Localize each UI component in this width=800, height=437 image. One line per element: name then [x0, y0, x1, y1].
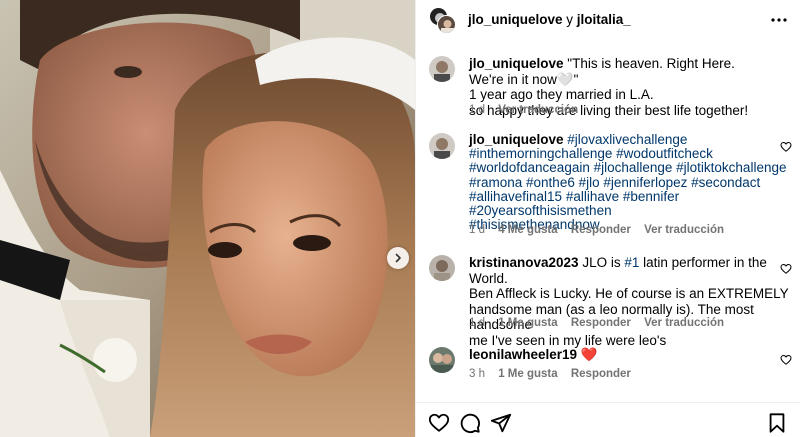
heart-icon[interactable] — [780, 263, 792, 275]
hashtag-link[interactable]: #worldofdanceagain #jlochallenge #jlotik… — [469, 160, 786, 175]
comment-line: me I've seen in my life were leo's — [469, 332, 667, 348]
avatar[interactable] — [429, 255, 455, 281]
couple-photo — [0, 0, 415, 437]
reply-button[interactable]: Responder — [571, 368, 631, 380]
timestamp[interactable]: 1 d — [469, 104, 485, 116]
bookmark-icon[interactable] — [766, 412, 788, 434]
hashtag-link[interactable]: #inthemorningchallenge #wodoutfitcheck — [469, 146, 713, 161]
likes-count[interactable]: 1 Me gusta — [498, 317, 557, 329]
more-options-icon[interactable] — [769, 12, 789, 28]
action-bar — [416, 402, 800, 437]
post-caption: jlo_uniquelove "This is heaven. Right He… — [429, 56, 794, 118]
avatar[interactable] — [429, 56, 455, 82]
likes-count[interactable]: 4 Me gusta — [498, 224, 557, 236]
heart-emoji: ❤️ — [577, 347, 598, 362]
post-photo[interactable] — [0, 0, 415, 437]
username-link[interactable]: jloitalia_ — [577, 12, 631, 27]
hashtag-link[interactable]: #1 — [624, 255, 639, 270]
avatar[interactable] — [429, 133, 455, 159]
post-side-panel: jlo_uniquelove y jloitalia_ jlo_uniquelo… — [415, 0, 800, 437]
post-header: jlo_uniquelove y jloitalia_ — [416, 0, 800, 40]
timestamp[interactable]: 1 d — [469, 317, 485, 329]
comment-icon[interactable] — [459, 412, 481, 434]
avatar — [437, 15, 456, 34]
collab-usernames: jlo_uniquelove y jloitalia_ — [468, 12, 631, 27]
send-icon[interactable] — [490, 412, 512, 434]
caption-line: 1 year ago they married in L.A. — [469, 87, 654, 102]
comment-line: Ben Affleck is Lucky. He of course is an… — [469, 286, 789, 301]
reply-button[interactable]: Responder — [571, 224, 631, 236]
chevron-right-icon — [395, 253, 401, 263]
hashtag-link[interactable]: #ramona #onthe6 #jlo #jenniferlopez #sec… — [469, 175, 760, 190]
comment-item: jlo_uniquelove #jlovaxlivechallenge #int… — [429, 132, 794, 238]
hashtag-link[interactable]: #allihavefinal15 #allihave #bennifer #20… — [469, 189, 679, 218]
comment-meta: 3 h 1 Me gusta Responder — [469, 368, 641, 380]
next-photo-button[interactable] — [387, 247, 409, 269]
comment-text: jlo_uniquelove #jlovaxlivechallenge #int… — [469, 132, 789, 232]
separator-text: y — [566, 12, 574, 27]
collab-avatars[interactable] — [429, 7, 457, 35]
translate-link[interactable]: Ver traducción — [644, 317, 724, 329]
username-link[interactable]: leonilawheeler19 — [469, 347, 577, 362]
translate-link[interactable]: Ver traducción — [644, 224, 724, 236]
comment-text: kristinanova2023 JLO is #1 latin perform… — [469, 255, 791, 348]
username-link[interactable]: kristinanova2023 — [469, 255, 579, 270]
reply-button[interactable]: Responder — [571, 317, 631, 329]
translate-link[interactable]: Ver traducción — [498, 104, 578, 116]
comment-meta: 1 d 1 Me gusta Responder Ver traducción — [469, 317, 734, 329]
avatar[interactable] — [429, 347, 455, 373]
heart-icon[interactable] — [780, 354, 792, 366]
heart-icon[interactable] — [428, 412, 450, 434]
likes-count[interactable]: 1 Me gusta — [498, 368, 557, 380]
timestamp[interactable]: 3 h — [469, 368, 485, 380]
comment-meta: 1 d 4 Me gusta Responder Ver traducción — [469, 224, 734, 236]
instagram-post: jlo_uniquelove y jloitalia_ jlo_uniquelo… — [0, 0, 800, 437]
comment-text: leonilawheeler19 ❤️ — [469, 347, 769, 363]
hashtag-link[interactable]: #jlovaxlivechallenge — [567, 132, 687, 147]
comment-item: leonilawheeler19 ❤️ 3 h 1 Me gusta Respo… — [429, 347, 794, 387]
username-link[interactable]: jlo_uniquelove — [469, 56, 564, 71]
timestamp[interactable]: 1 d — [469, 224, 485, 236]
comment-item: kristinanova2023 JLO is #1 latin perform… — [429, 255, 794, 348]
heart-icon[interactable] — [780, 141, 792, 153]
comment-line: JLO is — [578, 255, 625, 270]
username-link[interactable]: jlo_uniquelove — [468, 12, 563, 27]
caption-meta: 1 d Ver traducción — [469, 104, 588, 116]
username-link[interactable]: jlo_uniquelove — [469, 132, 564, 147]
